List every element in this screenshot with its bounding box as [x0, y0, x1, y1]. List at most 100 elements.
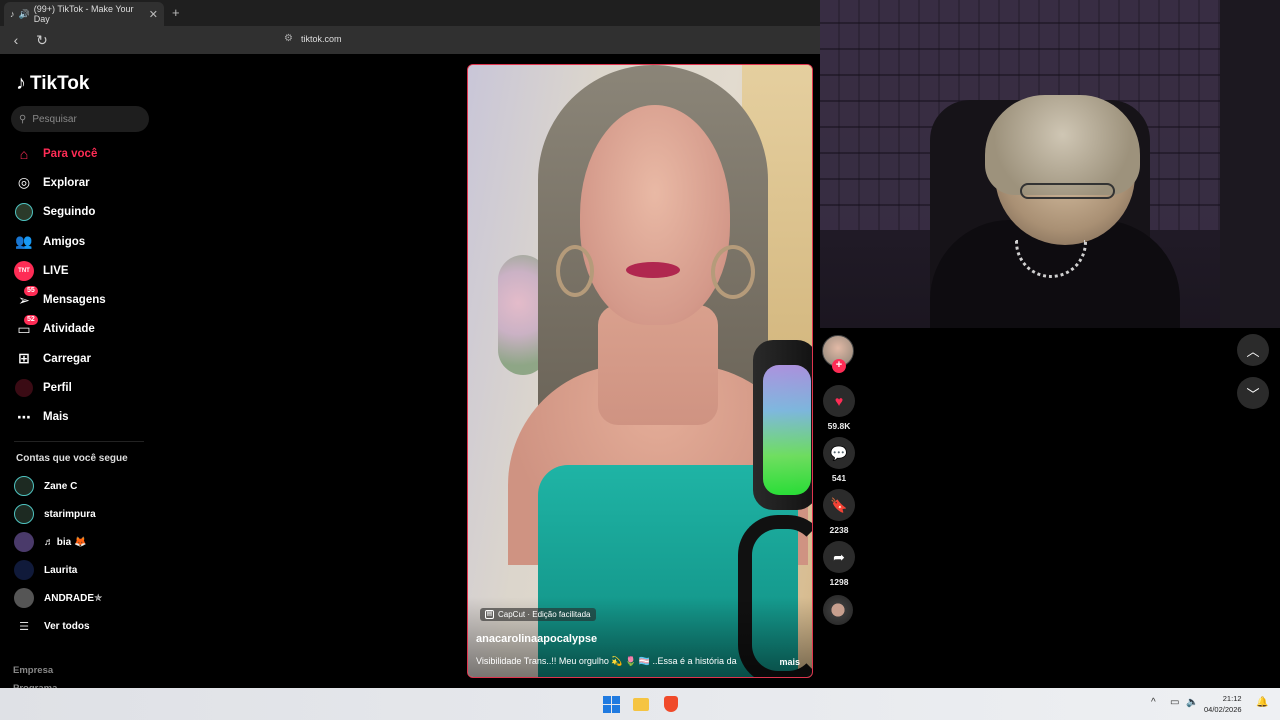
nav-label: Seguindo: [43, 206, 96, 219]
nav-item-para-voce[interactable]: ⌂ Para você: [14, 139, 154, 168]
search-input[interactable]: ⚲ Pesquisar: [11, 106, 149, 132]
avatar: [14, 476, 34, 496]
messages-badge: 55: [24, 286, 38, 297]
following-name: starimpura: [44, 508, 96, 520]
nav-label: LIVE: [43, 264, 69, 277]
capcut-label: CapCut · Edição facilitada: [498, 610, 591, 619]
nav-label: Amigos: [43, 235, 86, 248]
video-frame: [763, 365, 811, 495]
following-item[interactable]: starimpura: [14, 500, 154, 528]
brave-browser-icon[interactable]: [662, 695, 680, 713]
nav-item-live[interactable]: TNT LIVE: [14, 256, 154, 285]
url-text: tiktok.com: [300, 33, 342, 44]
profile-avatar: [14, 378, 34, 398]
video-player[interactable]: ▤ CapCut · Edição facilitada anacarolina…: [467, 64, 813, 678]
capcut-tag[interactable]: ▤ CapCut · Edição facilitada: [480, 608, 596, 621]
notification-icon[interactable]: 🔔: [1256, 697, 1268, 708]
upload-icon: ⊞: [18, 350, 30, 367]
compass-icon: ◎: [17, 174, 31, 191]
webcam-frame: [1020, 183, 1115, 199]
list-icon: ☰: [19, 620, 29, 633]
nav-item-perfil[interactable]: Perfil: [14, 373, 154, 402]
nav-item-seguindo[interactable]: Seguindo: [14, 198, 154, 227]
nav-item-mais[interactable]: ⋯ Mais: [14, 403, 154, 432]
windows-start-icon[interactable]: [602, 695, 620, 713]
see-all-link[interactable]: ☰ Ver todos: [14, 612, 154, 640]
system-clock[interactable]: 21:12 04/02/2026: [1204, 693, 1242, 715]
nav-label: Atividade: [43, 323, 95, 336]
comment-action[interactable]: 💬 541: [823, 437, 855, 483]
heart-icon[interactable]: ♥: [823, 385, 855, 417]
caption-more-button[interactable]: mais: [779, 657, 800, 667]
webcam-frame: [985, 95, 1140, 195]
reload-icon[interactable]: ↻: [32, 32, 52, 49]
video-frame: [556, 245, 594, 297]
search-icon: ⚲: [19, 113, 27, 125]
like-count: 59.8K: [827, 421, 851, 431]
volume-icon[interactable]: 🔈: [1186, 697, 1198, 708]
address-bar: ‹ ↻ ⚙ tiktok.com: [0, 26, 820, 54]
friends-icon: 👥: [15, 233, 33, 250]
nav-label: Mais: [43, 411, 69, 424]
nav-item-amigos[interactable]: 👥 Amigos: [14, 227, 154, 256]
share-count: 1298: [829, 577, 849, 587]
speaker-icon[interactable]: 🔊: [19, 9, 30, 20]
file-explorer-icon[interactable]: [632, 695, 650, 713]
tiktok-note-icon: ♪: [16, 72, 26, 94]
following-item[interactable]: ANDRADE✯: [14, 584, 154, 612]
new-tab-button[interactable]: +: [172, 5, 180, 20]
avatar: [14, 588, 34, 608]
more-icon: ⋯: [17, 408, 31, 425]
url-field[interactable]: ⚙ tiktok.com: [284, 33, 341, 44]
music-disc-icon[interactable]: [823, 595, 853, 625]
following-item[interactable]: Zane C: [14, 472, 154, 500]
avatar: [14, 532, 34, 552]
activity-icon: ▭ 52: [14, 315, 38, 339]
network-icon[interactable]: ▭: [1170, 697, 1179, 708]
next-video-button[interactable]: ﹀: [1237, 377, 1269, 409]
avatar: [14, 504, 34, 524]
clock-date: 04/02/2026: [1204, 705, 1242, 714]
footer-link-programa[interactable]: Programa: [13, 680, 57, 688]
following-section-title: Contas que você segue: [16, 453, 128, 464]
capcut-icon: ▤: [485, 610, 494, 619]
video-author[interactable]: anacarolinaapocalypse: [476, 633, 597, 645]
following-name: ♬ bia 🦊: [44, 536, 87, 548]
following-name: ANDRADE✯: [44, 592, 103, 604]
tab-close-icon[interactable]: ✕: [149, 8, 158, 21]
nav-item-carregar[interactable]: ⊞ Carregar: [14, 344, 154, 373]
share-icon[interactable]: ➦: [823, 541, 855, 573]
os-taskbar: ^ ▭ 🔈 21:12 04/02/2026 🔔: [0, 688, 1280, 720]
nav-item-atividade[interactable]: ▭ 52 Atividade: [14, 315, 154, 344]
following-name: Zane C: [44, 480, 78, 492]
avatar: [14, 560, 34, 580]
nav-label: Mensagens: [43, 294, 106, 307]
following-avatar: [14, 202, 34, 222]
follow-plus-icon[interactable]: +: [832, 359, 846, 373]
site-settings-icon[interactable]: ⚙: [284, 33, 293, 44]
following-item[interactable]: ♬ bia 🦊: [14, 528, 154, 556]
tray-overflow-icon[interactable]: ^: [1151, 697, 1156, 708]
tiktok-page: ♪ TikTok ⚲ Pesquisar ⌂ Para você ◎ Explo…: [0, 54, 820, 688]
nav-item-explorar[interactable]: ◎ Explorar: [14, 168, 154, 197]
tiktok-favicon-icon: ♪: [10, 9, 15, 19]
comment-icon[interactable]: 💬: [823, 437, 855, 469]
chevron-up-icon: ︿: [1246, 343, 1260, 359]
video-frame: [711, 245, 755, 299]
browser-tabbar: ♪ 🔊 (99+) TikTok - Make Your Day ✕ +: [0, 0, 820, 26]
tiktok-logo[interactable]: ♪ TikTok: [16, 72, 89, 95]
share-action[interactable]: ➦ 1298: [823, 541, 855, 587]
browser-tab[interactable]: ♪ 🔊 (99+) TikTok - Make Your Day ✕: [4, 2, 164, 26]
bookmark-icon[interactable]: 🔖: [823, 489, 855, 521]
like-action[interactable]: ♥ 59.8K: [823, 385, 855, 431]
back-icon[interactable]: ‹: [6, 32, 26, 48]
save-action[interactable]: 🔖 2238: [823, 489, 855, 535]
previous-video-button[interactable]: ︿: [1237, 334, 1269, 366]
nav-item-mensagens[interactable]: ➢ 55 Mensagens: [14, 285, 154, 314]
footer-link-empresa[interactable]: Empresa: [13, 662, 57, 680]
nav-label: Explorar: [43, 176, 90, 189]
following-name: Laurita: [44, 564, 78, 576]
webcam-frame: [1220, 0, 1280, 328]
nav-label: Carregar: [43, 352, 91, 365]
following-item[interactable]: Laurita: [14, 556, 154, 584]
